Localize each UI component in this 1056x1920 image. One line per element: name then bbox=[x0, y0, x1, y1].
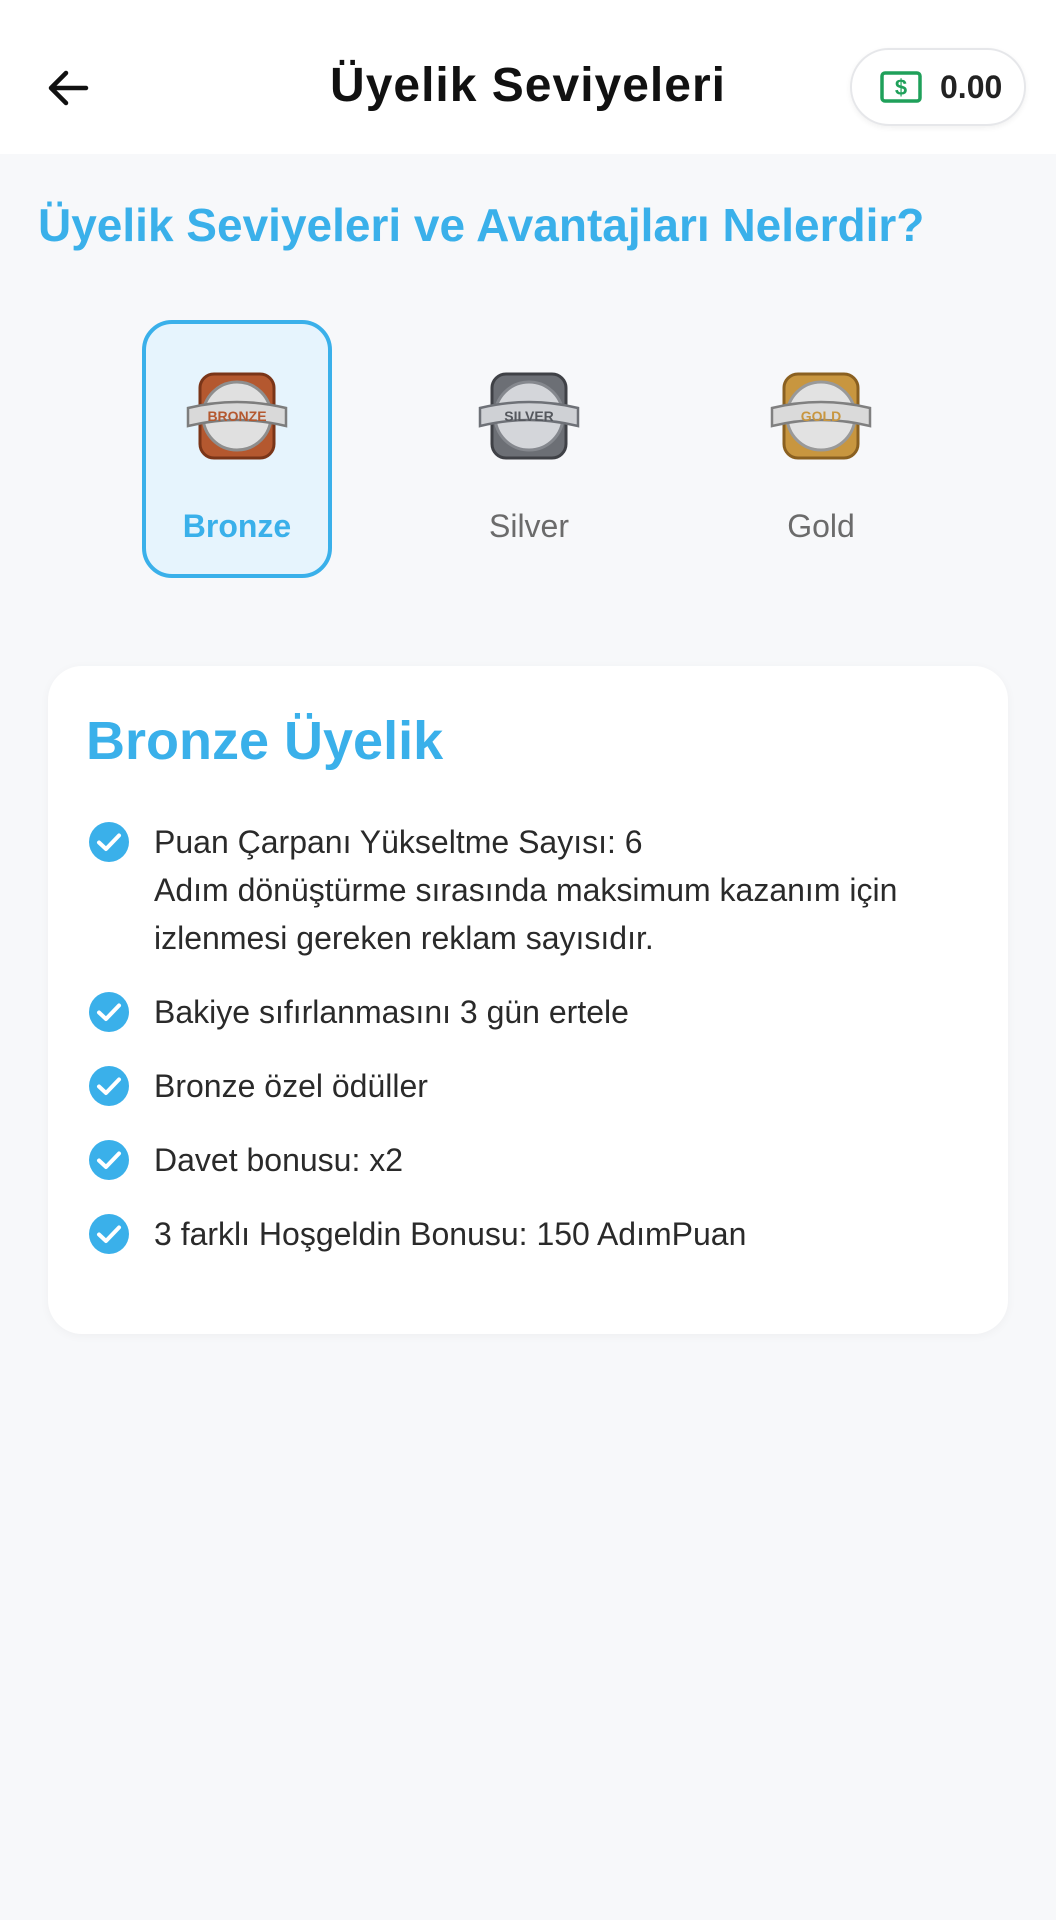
bronze-badge-icon: BRONZE bbox=[186, 372, 288, 460]
benefit-item: Davet bonusu: x2 bbox=[88, 1136, 968, 1184]
check-circle-icon bbox=[89, 822, 129, 862]
balance-value: 0.00 bbox=[940, 68, 1003, 105]
benefit-text: Puan Çarpanı Yükseltme Sayısı: 6 Adım dö… bbox=[154, 818, 897, 962]
svg-text:$: $ bbox=[895, 75, 907, 100]
benefit-item: Bronze özel ödüller bbox=[88, 1062, 968, 1110]
tier-label-bronze: Bronze bbox=[182, 508, 292, 544]
check-circle-icon bbox=[89, 1140, 129, 1180]
benefit-text: Davet bonusu: x2 bbox=[154, 1142, 404, 1178]
tier-selector: BRONZE Bronze SILVER Silver GOLD Gold bbox=[0, 320, 1056, 580]
benefit-description: Adım dönüştürme sırasında maksimum kazan… bbox=[154, 872, 898, 908]
tier-label-gold: Gold bbox=[787, 508, 855, 544]
benefit-text: Bronze özel ödüller bbox=[154, 1068, 428, 1104]
benefit-item: Puan Çarpanı Yükseltme Sayısı: 6 Adım dö… bbox=[88, 818, 968, 962]
benefit-text: Bakiye sıfırlanmasını 3 gün ertele bbox=[154, 994, 629, 1030]
membership-card: Bronze Üyelik Puan Çarpanı Yükseltme Say… bbox=[48, 666, 1008, 1334]
bronze-badge-text: BRONZE bbox=[207, 408, 266, 424]
benefit-item: Bakiye sıfırlanmasını 3 gün ertele bbox=[88, 988, 968, 1036]
cash-icon: $ bbox=[880, 71, 922, 103]
check-circle-icon bbox=[89, 1066, 129, 1106]
silver-badge-text: SILVER bbox=[504, 408, 554, 424]
tier-gold[interactable]: GOLD Gold bbox=[726, 320, 916, 578]
tier-bronze[interactable]: BRONZE Bronze bbox=[142, 320, 332, 578]
tier-silver[interactable]: SILVER Silver bbox=[434, 320, 624, 578]
balance-button[interactable]: $ 0.00 bbox=[850, 48, 1026, 126]
benefits-list: Puan Çarpanı Yükseltme Sayısı: 6 Adım dö… bbox=[88, 818, 968, 1284]
check-circle-icon bbox=[89, 992, 129, 1032]
benefit-description: izlenmesi gereken reklam sayısıdır. bbox=[154, 920, 654, 956]
section-heading: Üyelik Seviyeleri ve Avantajları Nelerdi… bbox=[38, 199, 925, 251]
benefit-line: Puan Çarpanı Yükseltme Sayısı: 6 bbox=[154, 824, 643, 860]
gold-badge-icon: GOLD bbox=[770, 372, 872, 460]
card-title: Bronze Üyelik bbox=[86, 711, 444, 771]
benefit-item: 3 farklı Hoşgeldin Bonusu: 150 AdımPuan bbox=[88, 1210, 968, 1258]
gold-badge-text: GOLD bbox=[801, 408, 841, 424]
app-header: Üyelik Seviyeleri $ 0.00 bbox=[0, 0, 1056, 154]
benefit-text: 3 farklı Hoşgeldin Bonusu: 150 AdımPuan bbox=[154, 1216, 747, 1252]
check-circle-icon bbox=[89, 1214, 129, 1254]
tier-label-silver: Silver bbox=[488, 508, 569, 544]
silver-badge-icon: SILVER bbox=[478, 372, 580, 460]
